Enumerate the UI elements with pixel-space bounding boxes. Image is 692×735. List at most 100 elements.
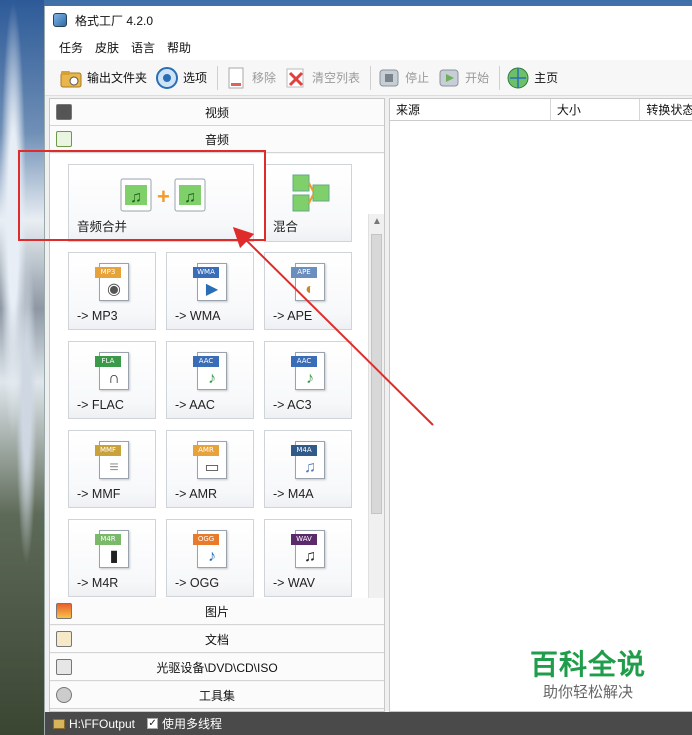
clear-list-button[interactable]: 清空列表 [282,63,366,93]
headphone-glyph: ◐ [305,281,315,298]
watermark: 百科全说 助你轻松解决 [508,641,668,709]
optical-drive-icon [56,659,72,675]
output-path[interactable]: H:\FFOutput [69,717,135,731]
column-size[interactable]: 大小 [551,99,641,120]
svg-text:♫: ♫ [130,189,142,206]
format-tag: WMA [193,267,219,278]
tools-gear-icon [56,687,72,703]
task-table-header: 来源 大小 转换状态 [390,99,692,121]
category-audio-label: 音频 [204,132,229,147]
category-document-label: 文档 [204,632,229,647]
scroll-up-icon[interactable]: ▲ [369,214,384,230]
tile-mix[interactable]: 混合 [264,164,352,242]
home-button[interactable]: 主页 [504,63,564,93]
note-glyph: ♫ [304,459,316,476]
grid-scrollbar[interactable]: ▲ ▼ [368,214,384,598]
tile-mp3[interactable]: MP3 ◉ -> MP3 [68,252,156,330]
menu-task[interactable]: 任务 [59,39,83,56]
tile-wav[interactable]: WAV ♫ -> WAV [264,519,352,597]
play-glyph: ▶ [205,281,219,298]
video-film-icon [56,104,72,120]
format-tag: MP3 [95,267,121,278]
toolbar-separator [217,65,219,90]
audio-mix-icon [291,173,331,216]
phone-glyph: ▮ [109,548,119,565]
clear-list-label: 清空列表 [312,71,361,85]
tile-ogg[interactable]: OGG ♪ -> OGG [166,519,254,597]
tile-m4r[interactable]: M4R ▮ -> M4R [68,519,156,597]
remove-button[interactable]: 移除 [222,63,282,93]
tile-aac[interactable]: AAC ♪ -> AAC [166,341,254,419]
home-label: 主页 [534,71,559,85]
tile-label: -> FLAC [77,398,124,412]
tile-audio-merge[interactable]: ♫ + ♫ 音频合并 [68,164,254,242]
tile-amr[interactable]: AMR ▭ -> AMR [166,430,254,508]
task-list-panel: 来源 大小 转换状态 [389,98,692,712]
multithread-checkbox[interactable]: ✓ [147,718,159,729]
tile-label: -> AC3 [273,398,312,412]
menu-help[interactable]: 帮助 [167,39,191,56]
tile-label: -> APE [273,309,313,323]
speaker-glyph: ♪ [208,370,216,387]
audio-tools-grid: ♫ + ♫ 音频合并 混合 MP3 ◉ -> MP3 WMA ▶ -> WMA … [50,154,384,598]
menu-skin[interactable]: 皮肤 [95,39,119,56]
menu-bar: 任务 皮肤 语言 帮助 [45,34,692,60]
status-bar: H:\FFOutput ✓ 使用多线程 [45,712,692,735]
category-video[interactable]: 视频 [50,99,384,126]
format-tag: MMF [95,445,121,456]
format-tag: OGG [193,534,219,545]
svg-text:+: + [157,184,170,209]
tile-flac[interactable]: FLA ∩ -> FLAC [68,341,156,419]
image-picture-icon [56,603,72,619]
title-bar: 格式工厂 4.2.0 [45,6,692,34]
tile-ac3[interactable]: AAC ♪ -> AC3 [264,341,352,419]
document-icon [56,631,72,647]
toolbar-separator [370,65,372,90]
device-glyph: ▭ [204,459,220,476]
stop-button[interactable]: 停止 [375,63,435,93]
tile-label: -> M4R [77,576,119,590]
column-status[interactable]: 转换状态 [640,99,692,120]
tile-mmf[interactable]: MMF ≡ -> MMF [68,430,156,508]
category-panel: 视频 音频 ♫ + ♫ 音频合并 混合 MP3 ◉ -> MP3 WMA ▶ -… [49,98,385,712]
category-tools-label: 工具集 [198,688,235,703]
start-button[interactable]: 开始 [435,63,495,93]
tile-label: -> MP3 [77,309,118,323]
output-folder-icon [53,718,65,729]
options-label: 选项 [183,71,208,85]
category-document[interactable]: 文档 [50,626,384,653]
format-tag: WAV [291,534,317,545]
menu-language[interactable]: 语言 [131,39,155,56]
document-glyph: ≡ [109,459,119,476]
options-button[interactable]: 选项 [153,63,213,93]
category-optical-label: 光驱设备\DVD\CD\ISO [156,660,278,675]
toolbar-separator [499,65,501,90]
category-optical-drive[interactable]: 光驱设备\DVD\CD\ISO [50,654,384,681]
headphone-glyph: ∩ [108,370,120,387]
speaker-glyph: ◉ [107,281,121,298]
output-folder-button[interactable]: 输出文件夹 [57,63,153,93]
tile-label: -> MMF [77,487,121,501]
watermark-subtitle: 助你轻松解决 [542,684,633,701]
format-tag: FLA [95,356,121,367]
window-title: 格式工厂 4.2.0 [75,13,154,28]
desktop-background [0,0,44,735]
column-source[interactable]: 来源 [390,99,551,120]
stop-icon [377,66,401,90]
tile-label: -> WMA [175,309,221,323]
tile-wma[interactable]: WMA ▶ -> WMA [166,252,254,330]
note-glyph: ♫ [304,548,316,565]
tile-label: -> AMR [175,487,218,501]
tile-ape[interactable]: APE ◐ -> APE [264,252,352,330]
speaker-glyph: ♪ [306,370,314,387]
toolbar: 输出文件夹 选项 移除 清空列表 停止 开始 主页 [45,60,692,96]
category-tools[interactable]: 工具集 [50,682,384,709]
start-icon [437,66,461,90]
multithread-label: 使用多线程 [162,717,223,731]
format-tag: AAC [193,356,219,367]
scroll-thumb[interactable] [371,234,382,514]
tile-label: -> AAC [175,398,215,412]
category-audio[interactable]: 音频 [50,126,384,153]
tile-m4a[interactable]: M4A ♫ -> M4A [264,430,352,508]
category-image[interactable]: 图片 [50,598,384,625]
